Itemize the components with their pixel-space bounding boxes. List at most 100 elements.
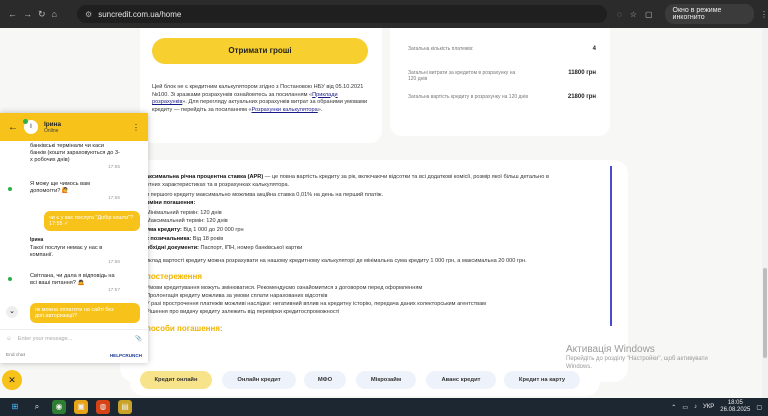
calculator-link[interactable]: Розрахунки калькулятора [251,107,317,113]
chat-menu-icon[interactable]: ⋮ [132,123,140,132]
summary-label: Загальна вартість кредиту в розрахунку н… [408,94,528,100]
disclaimer-text: Цей блок не є кредитним калькулятором зг… [152,84,370,114]
sender-name: Ірина [30,237,44,243]
docs-line: обхідні документи: Паспорт, ІПН, номер б… [146,245,302,251]
firefox-icon[interactable]: ◍ [96,400,110,414]
incognito-badge[interactable]: Окно в режиме инкогнито [664,4,754,24]
warning-item: У разі прострочення платежів можливі нас… [146,301,487,307]
apr-line: аксимальна річна процентна ставка (APR) … [146,174,549,180]
end-chat-link[interactable]: End chat [6,353,25,358]
chat-input[interactable]: Enter your message... [18,336,73,342]
user-message-draft: як можна оплатити на сайті без доп.автор… [30,303,140,323]
min-term: Мінімальний термін: 120 днів [146,210,222,216]
agent-message: Світлана, чи дала я відповідь на всі ваш… [30,273,120,294]
more-menu-icon[interactable]: ⋮ [760,10,768,19]
warning-item: Пролонгація кредиту можлива за умови спл… [146,293,328,299]
age-line: к позичальника: Від 18 років [146,236,223,242]
page-scrollbar[interactable] [762,28,768,398]
apr-line-2: отних характеристиках та в розрахунках к… [146,182,290,188]
watermark-line: Windows. [566,364,593,370]
message-time: 17:55 ✓ [49,221,69,227]
attach-icon[interactable]: 📎 [135,336,142,342]
age-label: к позичальника: [146,236,192,242]
sum-label: ума кредиту: [146,227,182,233]
address-bar[interactable]: ⚙ suncredit.com.ua/home [77,5,608,23]
summary-label: Загальні витрати за кредитом в розрахунк… [408,70,516,82]
get-money-button[interactable]: Отримати гроші [152,38,368,64]
back-arrow-icon[interactable]: ← [8,122,18,133]
tab-credit-online[interactable]: Кредит онлайн [140,371,212,389]
network-icon[interactable]: ▭ [682,404,688,411]
chat-input-row: ☺ Enter your message... 📎 [0,329,148,347]
scroll-down-icon[interactable]: ⌄ [6,306,18,318]
star-icon[interactable]: ☆ [630,10,637,19]
watermark-line: Перейдіть до розділу "Настройки", щоб ак… [566,356,708,362]
chat-messages: банківські термінали чи каси банків (кош… [0,141,148,323]
summary-value: 21800 грн [567,94,596,100]
apr-label: аксимальна річна процентна ставка (APR) [146,174,264,180]
chat-header: ← І Ірина Online ⋮ [0,113,148,141]
message-time: 17:57 [107,288,120,293]
folder-icon[interactable]: ▤ [118,400,132,414]
message-text: Такої послуги немає у нас в компанії. [30,245,103,258]
site-info-icon[interactable]: ⚙ [85,10,92,19]
docs-value: Паспорт, ІПН, номер банківської картки [198,245,303,251]
sidebar-icon[interactable]: ▢ [645,10,653,19]
tab-mfo[interactable]: МФО [304,371,346,389]
age-value: Від 18 років [191,236,224,242]
volume-icon[interactable]: ♪ [694,404,697,410]
watermark-title: Активація Windows [566,344,655,355]
system-tray: ⌃ ▭ ♪ УКР 18:05 26.08.2025 ▢ [671,400,768,414]
home-icon[interactable]: ⌂ [52,9,57,20]
terms-label: рміни погашення: [146,200,195,206]
emoji-icon[interactable]: ☺ [6,336,12,342]
tray-arrow-icon[interactable]: ⌃ [671,404,676,411]
loan-cta-card: Отримати гроші Цей блок не є кредитним к… [140,28,382,143]
close-chat-button[interactable]: ✕ [2,370,22,390]
agent-message: Такої послуги немає у нас в компанії. 17:… [30,245,120,266]
language-indicator[interactable]: УКР [703,404,714,410]
summary-value: 11800 грн [568,70,596,76]
message-text: Світлана, чи дала я відповідь на всі ваш… [30,273,115,286]
explorer-icon[interactable]: ▣ [74,400,88,414]
toolbar-icons: ◌ ☆ ▢ [617,10,653,19]
message-text: банківські термінали чи каси банків (кош… [30,143,120,163]
online-dot [8,277,12,281]
repayment-heading: пособи погашення: [146,324,223,333]
tab-advance-credit[interactable]: Аванс кредит [426,371,496,389]
back-icon[interactable]: ← [8,9,17,20]
tab-online-credit[interactable]: Онлайн кредит [222,371,296,389]
sum-value: Від 1 000 до 20 000 грн [181,227,244,233]
clock-date: 26.08.2025 [720,407,751,413]
summary-row: Загальна кількість платежів: 4 [408,46,596,52]
message-time: 17:55 [107,196,120,201]
forward-icon[interactable]: → [23,9,32,20]
loan-summary-card: Загальна кількість платежів: 4 Загальні в… [390,28,610,136]
agent-message: банківські термінали чи каси банків (кош… [30,143,120,171]
search-icon[interactable]: ⌕ [30,400,44,414]
notifications-icon[interactable]: ▢ [756,404,762,411]
clock[interactable]: 18:05 26.08.2025 [720,400,750,414]
chat-footer: End chat HELPCRUNCH [0,347,148,363]
tab-microloan[interactable]: Мікрозайм [356,371,416,389]
scrollbar-thumb[interactable] [763,268,767,358]
browser-toolbar: ← → ↻ ⌂ ⚙ suncredit.com.ua/home ◌ ☆ ▢ Ок… [0,0,768,28]
tab-credit-to-card[interactable]: Кредит на карту [504,371,580,389]
windows-start-icon[interactable]: ⊞ [8,400,22,414]
eye-off-icon[interactable]: ◌ [617,10,622,19]
chrome-icon[interactable]: ◉ [52,400,66,414]
first-credit-text: я першого кредиту максимально можлива ак… [146,192,384,198]
terms-heading: рміни погашення: [146,200,196,206]
disclaimer-part: ». [317,106,323,113]
agent-name: Ірина [44,120,62,128]
scroll-indicator [610,166,612,326]
chat-widget: ← І Ірина Online ⋮ банківські термінали … [0,113,148,363]
max-term: Максимальний термін: 120 днів [146,218,228,224]
message-time: 17:56 [107,260,120,265]
reload-icon[interactable]: ↻ [38,9,46,20]
agent-status: Online [44,127,59,134]
windows-taskbar: ⊞ ⌕ ◉ ▣ ◍ ▤ ⌃ ▭ ♪ УКР 18:05 26.08.2025 ▢ [0,398,768,416]
clock-time: 18:05 [727,400,743,406]
summary-row: Загальна вартість кредиту в розрахунку н… [408,94,596,100]
message-time: 17:55 [107,165,120,170]
